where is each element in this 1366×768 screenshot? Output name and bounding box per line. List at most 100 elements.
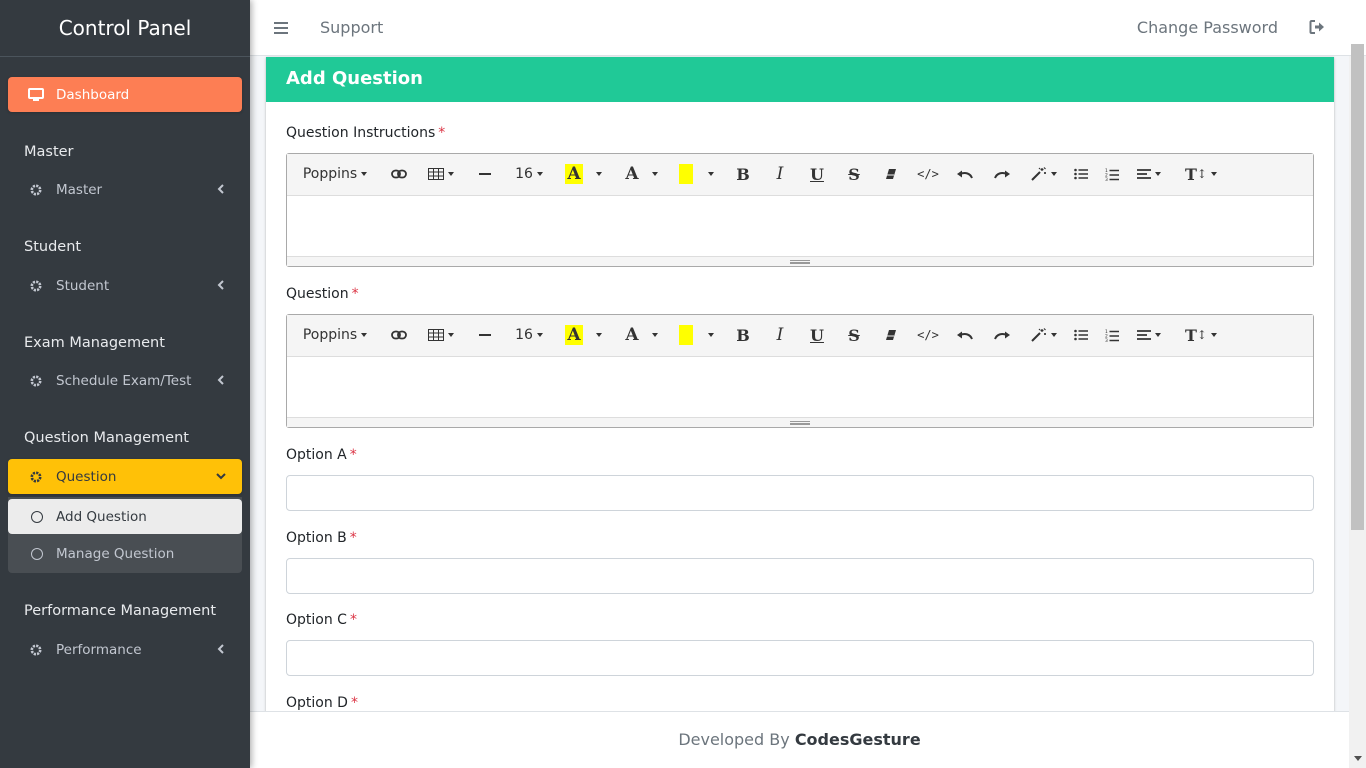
required-mark: * [349,612,357,628]
option-a-input[interactable] [286,475,1314,511]
option-b-input[interactable] [286,558,1314,594]
paragraph-align-icon[interactable] [1129,159,1169,189]
horizontal-rule-icon[interactable] [467,159,502,189]
submenu-item-add-question[interactable]: Add Question [8,499,242,534]
caret-down-icon[interactable] [591,159,607,189]
gear-icon [28,642,44,658]
strikethrough-icon[interactable]: S [838,159,870,189]
chevron-down-icon [214,469,228,483]
editor-resize-handle[interactable] [287,256,1313,266]
required-mark: * [349,530,357,546]
sidebar: Control Panel Dashboard Master Master St… [0,0,250,768]
paragraph-align-icon[interactable] [1129,320,1169,350]
caret-down-icon[interactable] [647,320,663,350]
circle-icon [31,547,43,560]
font-color-icon[interactable]: A [617,159,647,189]
magic-wand-icon[interactable] [1024,159,1064,189]
font-family-dropdown[interactable]: Poppins [295,320,375,350]
font-size-value: 16 [515,166,533,182]
sidebar-item-master[interactable]: Master [8,172,242,207]
horizontal-rule-icon[interactable] [467,320,502,350]
background-color-icon[interactable] [673,159,699,189]
sidebar-item-student[interactable]: Student [8,268,242,303]
sidebar-item-label: Schedule Exam/Test [56,372,192,389]
page-footer: Developed By CodesGesture [250,711,1349,768]
font-color-icon[interactable]: A [617,320,647,350]
scroll-down-arrow-icon[interactable] [1354,756,1362,761]
font-family-dropdown[interactable]: Poppins [295,159,375,189]
sidebar-item-label: Master [56,181,103,198]
line-height-icon[interactable]: T ↕ [1179,320,1223,350]
sign-out-icon[interactable] [1309,19,1325,35]
eraser-icon[interactable] [875,159,907,189]
sidebar-item-schedule-exam[interactable]: Schedule Exam/Test [8,363,242,398]
caret-down-icon[interactable] [591,320,607,350]
font-family-value: Poppins [302,166,358,182]
svg-text:3: 3 [1105,177,1108,181]
footer-brand[interactable]: CodesGesture [795,730,921,749]
label-text: Option D [286,695,348,711]
unordered-list-icon[interactable] [1067,320,1095,350]
undo-icon[interactable] [949,320,981,350]
hamburger-menu-icon[interactable] [274,21,288,35]
editor-resize-handle[interactable] [287,417,1313,427]
underline-icon[interactable]: U [801,159,833,189]
magic-wand-icon[interactable] [1024,320,1064,350]
code-view-icon[interactable]: </> [912,320,944,350]
chevron-left-icon [214,642,228,656]
table-icon[interactable] [421,159,461,189]
change-password-link[interactable]: Change Password [1137,18,1278,37]
italic-icon[interactable]: I [764,320,796,350]
top-navbar: Support Change Password [250,0,1366,56]
redo-icon[interactable] [986,159,1018,189]
required-mark: * [438,125,446,141]
question-label: Question * [286,286,359,302]
eraser-icon[interactable] [875,320,907,350]
caret-down-icon[interactable] [703,320,719,350]
gear-icon [28,373,44,389]
sidebar-item-dashboard[interactable]: Dashboard [8,77,242,112]
editor-toolbar: Poppins 16 A A B I U S </> 123 T ↕ [287,154,1313,196]
underline-icon[interactable]: U [801,320,833,350]
ordered-list-icon[interactable]: 123 [1098,159,1126,189]
sidebar-item-question[interactable]: Question [8,459,242,494]
support-link[interactable]: Support [320,18,383,37]
undo-icon[interactable] [949,159,981,189]
caret-down-icon[interactable] [647,159,663,189]
font-size-dropdown[interactable]: 16 [509,159,549,189]
background-color-icon[interactable] [673,320,699,350]
scrollbar-thumb[interactable] [1351,44,1364,530]
brand-title[interactable]: Control Panel [0,0,250,57]
table-icon[interactable] [421,320,461,350]
nav-header-performance-management: Performance Management [24,603,217,619]
code-view-icon[interactable]: </> [912,159,944,189]
bold-icon[interactable]: B [727,320,759,350]
highlight-text-icon[interactable]: A [559,159,589,189]
bold-icon[interactable]: B [727,159,759,189]
highlight-text-icon[interactable]: A [559,320,589,350]
link-icon[interactable] [381,320,416,350]
nav-header-student: Student [24,239,82,255]
caret-down-icon[interactable] [703,159,719,189]
required-mark: * [351,286,359,302]
sidebar-item-performance[interactable]: Performance [8,632,242,667]
italic-icon[interactable]: I [764,159,796,189]
option-c-label: Option C * [286,612,357,628]
label-text: Question [286,286,349,302]
option-a-label: Option A * [286,447,357,463]
font-size-dropdown[interactable]: 16 [509,320,549,350]
chevron-left-icon [214,373,228,387]
option-d-label: Option D * [286,695,358,711]
gear-icon [28,278,44,294]
redo-icon[interactable] [986,320,1018,350]
unordered-list-icon[interactable] [1067,159,1095,189]
option-c-input[interactable] [286,640,1314,676]
svg-text:3: 3 [1105,338,1108,342]
submenu-item-manage-question[interactable]: Manage Question [8,536,242,571]
submenu-item-label: Add Question [56,508,147,525]
option-b-label: Option B * [286,530,357,546]
ordered-list-icon[interactable]: 123 [1098,320,1126,350]
strikethrough-icon[interactable]: S [838,320,870,350]
link-icon[interactable] [381,159,416,189]
line-height-icon[interactable]: T ↕ [1179,159,1223,189]
